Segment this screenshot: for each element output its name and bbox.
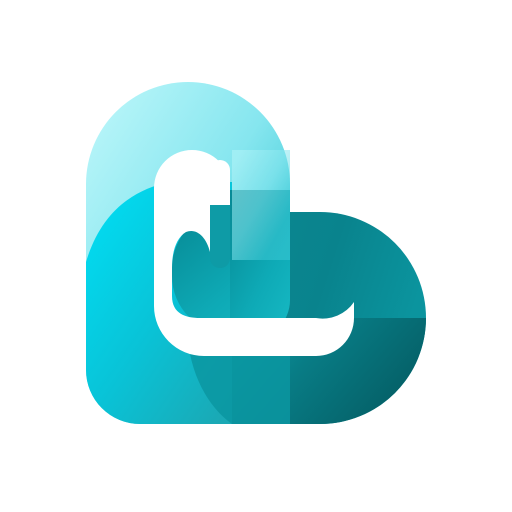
front-link-tip bbox=[210, 200, 230, 268]
interlocked-loops-logo-icon bbox=[86, 82, 426, 424]
front-link-upper bbox=[210, 160, 230, 205]
front-link-highlight bbox=[232, 150, 290, 260]
app-icon-canvas bbox=[0, 0, 512, 512]
